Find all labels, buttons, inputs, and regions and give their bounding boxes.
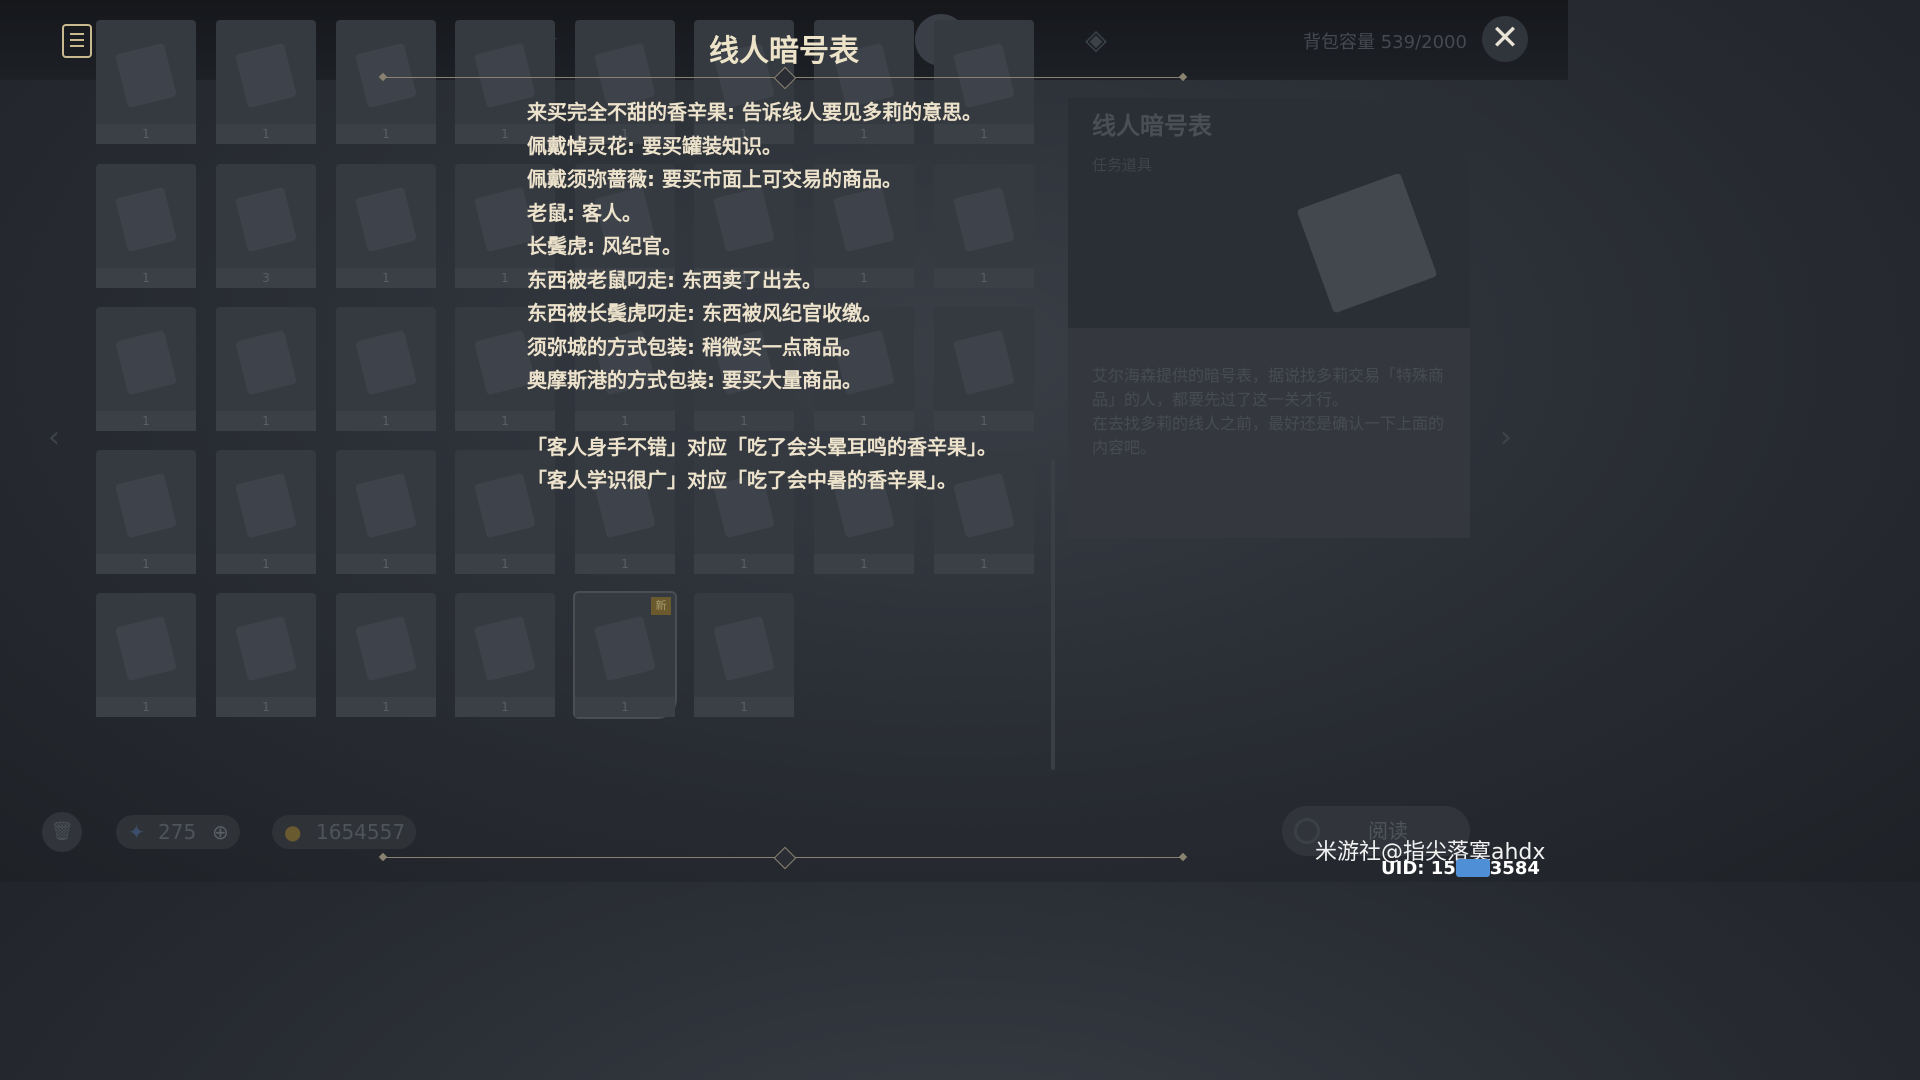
cipher-line: 来买完全不甜的香辛果: 告诉线人要见多莉的意思。 [527, 100, 982, 124]
inventory-item[interactable]: 1 [96, 593, 196, 717]
inventory-item[interactable]: 1 [336, 307, 436, 431]
cipher-line: 长鬓虎: 风纪官。 [527, 234, 682, 258]
primogem-amount: 275 [158, 820, 197, 844]
cipher-note: 「客人学识很广」对应「吃了会中暑的香辛果」。 [527, 468, 957, 492]
cipher-sheet-icon [1296, 172, 1438, 314]
item-detail-panel: 线人暗号表 任务道具 艾尔海森提供的暗号表，据说找多莉交易「特殊商品」的人，都要… [1068, 98, 1470, 538]
detail-desc-line: 在去找多莉的线人之前，最好还是确认一下上面的内容吧。 [1092, 414, 1445, 457]
mora-amount: 1654557 [316, 820, 406, 844]
inventory-item[interactable]: 1 [96, 450, 196, 574]
primogem-counter: ✦ 275 ⊕ [116, 815, 240, 849]
cipher-line: 东西被老鼠叼走: 东西卖了出去。 [527, 267, 822, 292]
item-detail-type: 任务道具 [1092, 156, 1153, 174]
uid-label: UID: 15 3584 [1381, 858, 1540, 879]
cipher-line: 东西被长鬓虎叼走: 东西被风纪官收缴。 [527, 301, 882, 325]
watermark-logo-icon [1455, 859, 1490, 877]
detail-desc-line: 艾尔海森提供的暗号表，据说找多莉交易「特殊商品」的人，都要先过了这一关才行。 [1092, 366, 1445, 409]
divider-end-ornament [1178, 852, 1188, 862]
prev-page-arrow-icon[interactable]: ‹ [48, 420, 60, 455]
inventory-item[interactable]: 1 [455, 593, 555, 717]
inventory-item[interactable]: 1 [216, 307, 316, 431]
delete-trash-icon[interactable]: 🗑 [42, 812, 82, 852]
item-detail-header: 线人暗号表 任务道具 [1068, 98, 1470, 328]
inventory-item[interactable]: 3 [216, 164, 316, 288]
inventory-item[interactable]: 1 [216, 593, 316, 717]
divider-diamond-ornament [773, 846, 797, 870]
item-detail-title: 线人暗号表 [1092, 112, 1212, 140]
inventory-item[interactable]: 1 [336, 593, 436, 717]
inventory-item[interactable]: 1 [216, 450, 316, 574]
uid-suffix: 3584 [1489, 858, 1540, 879]
uid-prefix: UID: 15 [1381, 858, 1456, 879]
inventory-item[interactable]: 1 [96, 307, 196, 431]
divider-end-ornament [378, 852, 388, 862]
cipher-line: 须弥城的方式包装: 稍微买一点商品。 [527, 334, 862, 359]
inventory-item[interactable]: 1 [96, 164, 196, 288]
add-primogem-icon[interactable]: ⊕ [212, 815, 229, 849]
mora-counter: ● 1654557 [272, 815, 416, 849]
new-badge: 新 [651, 597, 671, 615]
inventory-item[interactable]: 1 [336, 450, 436, 574]
cipher-note: 「客人身手不错」对应「吃了会头晕耳鸣的香辛果」。 [527, 434, 997, 459]
cipher-line: 老鼠: 客人。 [527, 200, 642, 225]
cipher-text: 来买完全不甜的香辛果: 告诉线人要见多莉的意思。 佩戴悼灵花: 要买罐装知识。 … [527, 96, 1047, 498]
inventory-item[interactable]: 1 [694, 593, 794, 717]
mora-coin-icon: ● [284, 820, 302, 844]
cipher-line: 佩戴悼灵花: 要买罐装知识。 [527, 133, 782, 158]
cipher-line: 佩戴须弥蔷薇: 要买市面上可交易的商品。 [527, 167, 902, 191]
overlay-title: 线人暗号表 [709, 34, 859, 69]
cipher-line: 奥摩斯港的方式包装: 要买大量商品。 [527, 368, 862, 392]
primogem-icon: ✦ [128, 820, 145, 844]
inventory-item[interactable]: 1 [336, 164, 436, 288]
inventory-item-selected[interactable]: 新1 [573, 591, 677, 719]
next-page-arrow-icon[interactable]: › [1500, 420, 1512, 455]
item-detail-description: 艾尔海森提供的暗号表，据说找多莉交易「特殊商品」的人，都要先过了这一关才行。 在… [1092, 364, 1452, 460]
inventory-scrollbar[interactable] [1051, 460, 1055, 770]
